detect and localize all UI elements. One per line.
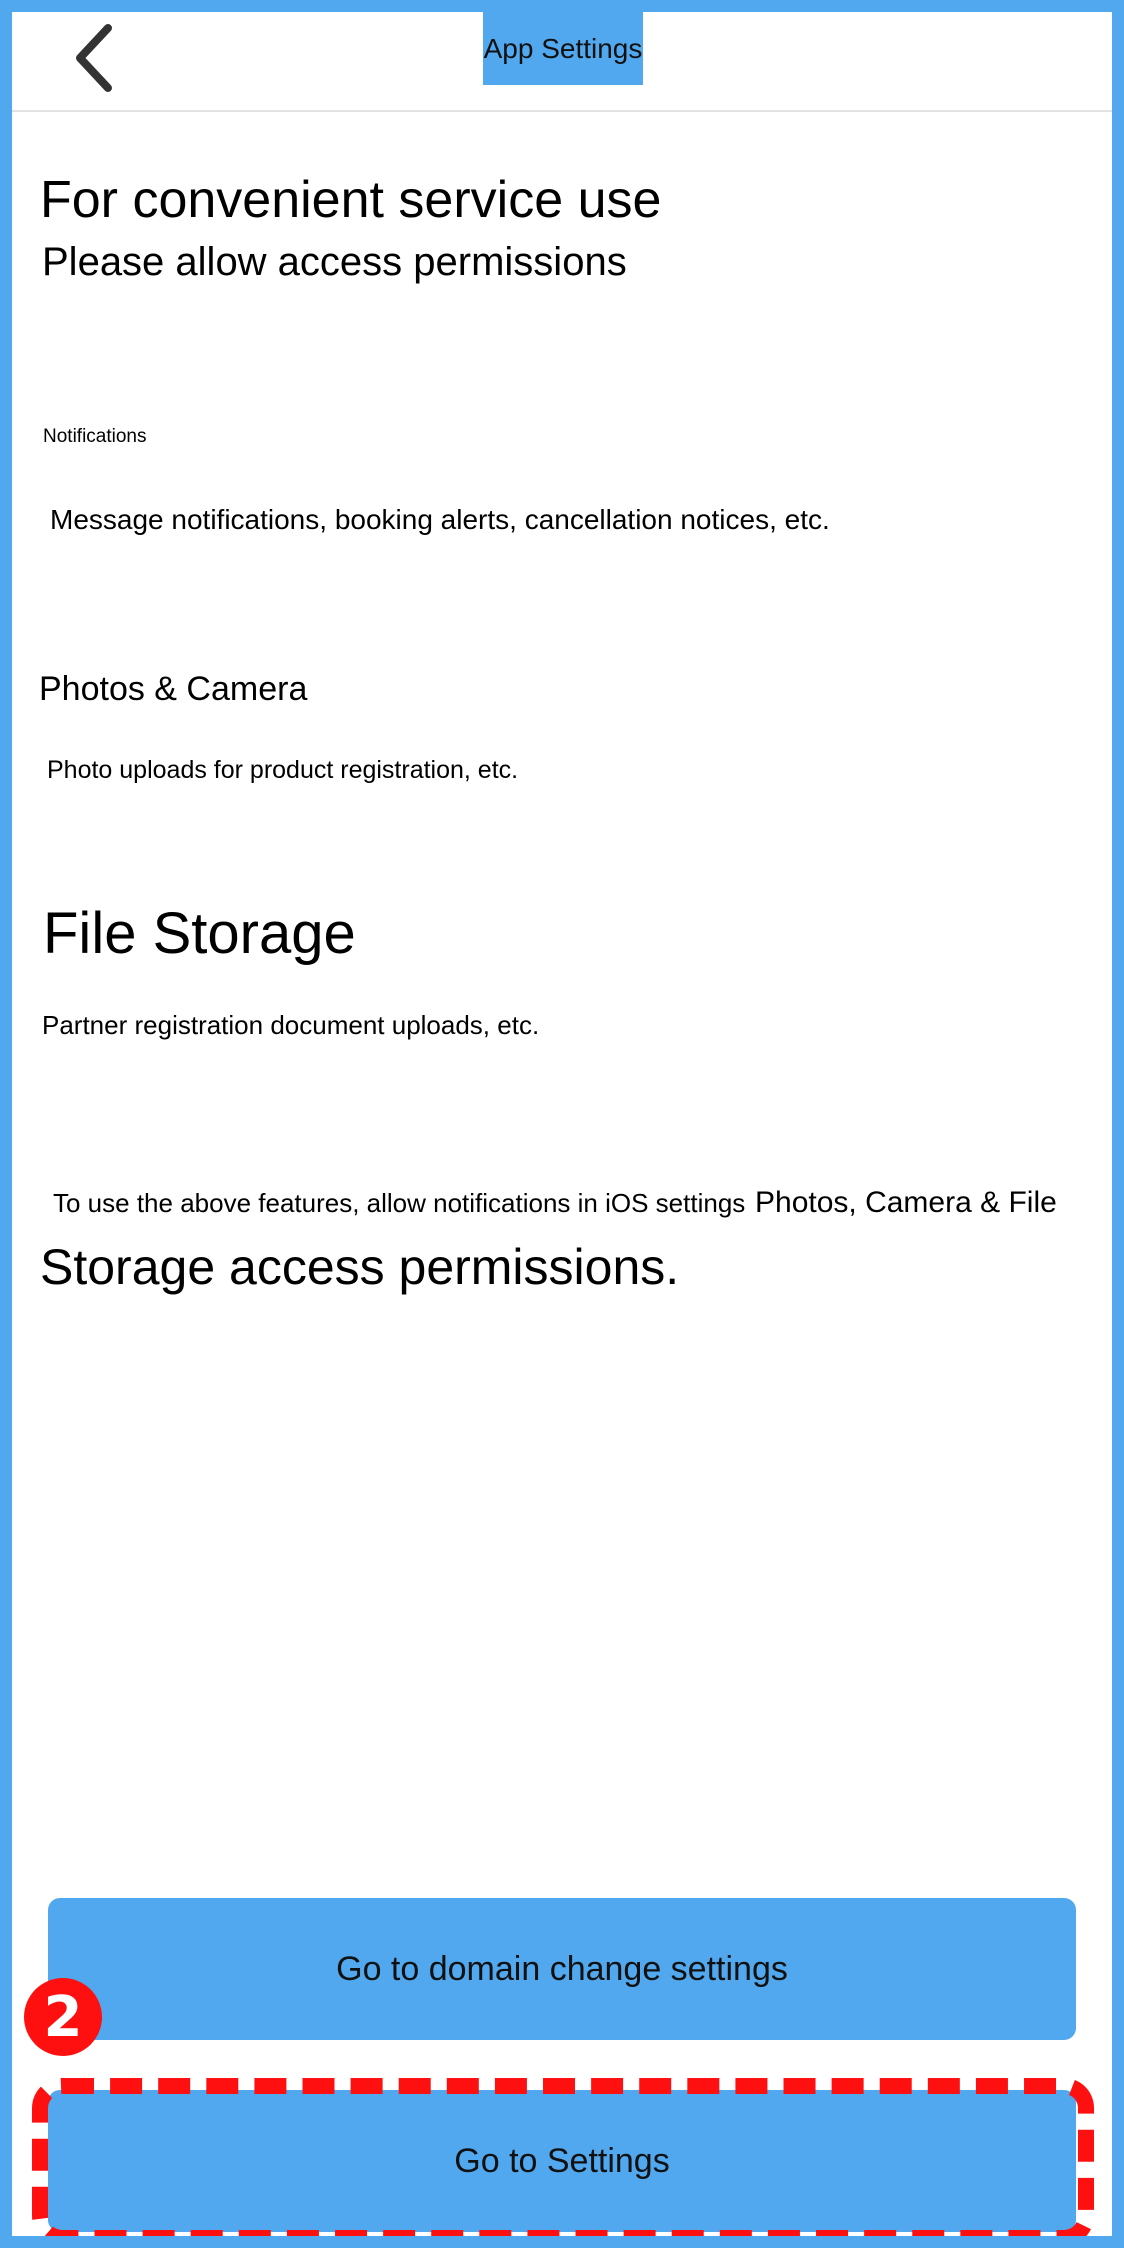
intro-subheading: Please allow access permissions: [42, 240, 627, 284]
intro-heading: For convenient service use: [40, 171, 662, 229]
permission-notifications-description: Message notifications, booking alerts, c…: [50, 504, 830, 535]
page-title: App Settings: [483, 12, 643, 85]
permission-photos-description: Photo uploads for product registration, …: [47, 756, 519, 784]
permission-photos-title: Photos & Camera: [39, 670, 308, 708]
notice-text-part3: Storage access permissions.: [40, 1239, 680, 1295]
permission-notifications-title: Notifications: [43, 426, 147, 447]
step-number-badge: 2: [24, 1978, 102, 2056]
back-button[interactable]: [54, 18, 134, 98]
notice-text-part2: Photos, Camera & File: [755, 1186, 1057, 1219]
chevron-left-icon: [76, 24, 112, 92]
header-bar: App Settings: [12, 12, 1112, 112]
domain-change-settings-button[interactable]: Go to domain change settings: [48, 1898, 1076, 2040]
permission-storage-description: Partner registration document uploads, e…: [42, 1010, 540, 1040]
notice-text-part1: To use the above features, allow notific…: [53, 1188, 746, 1218]
permission-storage-title: File Storage: [43, 901, 356, 966]
app-screen: App Settings For convenient service use …: [12, 12, 1112, 2236]
go-to-settings-button[interactable]: Go to Settings: [48, 2090, 1076, 2232]
